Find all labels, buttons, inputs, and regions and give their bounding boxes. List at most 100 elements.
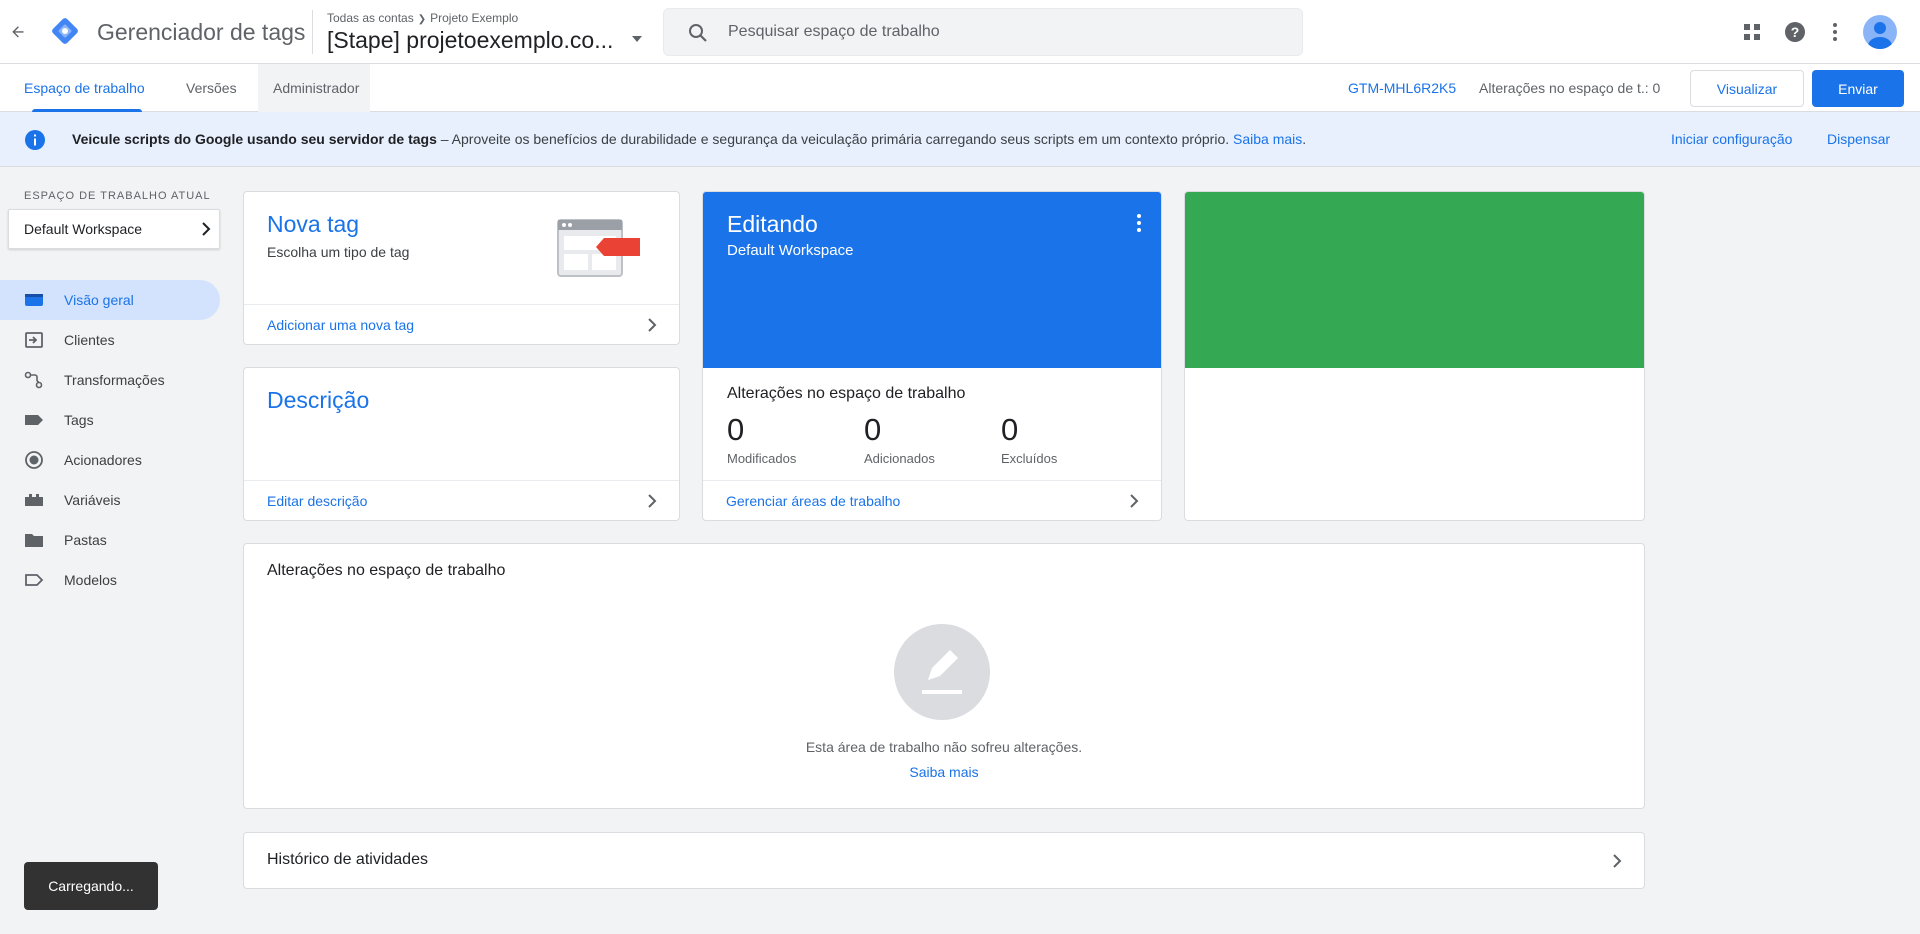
sidebar-item-label: Transformações [64,372,165,388]
edit-description-row[interactable]: Editar descrição [244,480,679,520]
added-count: 0 [864,412,882,447]
clients-icon [24,331,44,349]
breadcrumb-chevron-icon: ❯ [417,14,427,25]
sidebar-item-templates[interactable]: Modelos [0,560,220,600]
tab-workspace[interactable]: Espaço de trabalho [24,64,145,112]
search-input[interactable]: Pesquisar espaço de trabalho [663,8,1303,56]
tag-manager-logo-icon [48,14,82,48]
status-card-header [1185,192,1644,368]
add-new-tag-row[interactable]: Adicionar uma nova tag [244,304,679,344]
chevron-right-icon [643,316,661,334]
submit-button[interactable]: Enviar [1812,70,1904,107]
sidebar-item-transformations[interactable]: Transformações [0,360,220,400]
activity-history-title: Histórico de atividades [267,851,428,868]
banner-message: Veicule scripts do Google usando seu ser… [72,131,1306,147]
sidebar-item-triggers[interactable]: Acionadores [0,440,220,480]
chevron-right-icon [1608,852,1626,870]
sidebar-item-label: Acionadores [64,452,142,468]
new-tag-subtitle: Escolha um tipo de tag [267,244,410,260]
chevron-right-icon [1125,492,1143,510]
tab-versions[interactable]: Versões [186,64,237,112]
manage-workspaces-link[interactable]: Gerenciar áreas de trabalho [726,493,900,509]
edit-pencil-icon [894,624,990,720]
current-workspace-label: ESPAÇO DE TRABALHO ATUAL [24,190,211,202]
workspace-selector[interactable]: Default Workspace [8,209,220,249]
loading-toast: Carregando... [24,862,158,910]
sidebar-item-label: Modelos [64,572,117,588]
workspace-selector-name: Default Workspace [24,221,143,237]
search-icon [686,21,710,45]
workspace-changes-panel: Alterações no espaço de trabalho Esta ár… [243,543,1645,809]
editing-workspace-name: Default Workspace [727,242,854,259]
deleted-label: Excluídos [1001,451,1058,466]
sidebar-item-label: Visão geral [64,292,134,308]
banner-bold-text: Veicule scripts do Google usando seu ser… [72,131,437,147]
sidebar-item-clients[interactable]: Clientes [0,320,220,360]
editing-title: Editando [727,211,818,237]
modified-count: 0 [727,412,745,447]
svg-text:?: ? [1791,24,1800,40]
sidebar-item-folders[interactable]: Pastas [0,520,220,560]
description-title: Descrição [267,387,370,413]
info-icon [24,129,46,151]
new-tag-illustration-icon [556,218,642,280]
editing-workspace-card: Editando Default Workspace Alterações no… [702,191,1162,521]
tag-icon [24,411,44,429]
trigger-icon [24,451,44,469]
sidebar-item-overview[interactable]: Visão geral [0,280,220,320]
new-tag-title[interactable]: Nova tag [267,211,359,238]
more-vert-icon[interactable] [1131,212,1147,234]
modified-label: Modificados [727,451,797,466]
banner-learn-more-link[interactable]: Saiba mais [1233,131,1302,147]
sidebar-item-label: Pastas [64,532,107,548]
empty-state-learn-more-link[interactable]: Saiba mais [244,764,1644,780]
info-banner: Veicule scripts do Google usando seu ser… [0,112,1920,167]
workspace-changes-count: Alterações no espaço de t.: 0 [1479,80,1661,96]
deleted-count: 0 [1001,412,1019,447]
breadcrumb[interactable]: Todas as contas ❯ Projeto Exemplo [327,11,518,25]
templates-icon [24,571,44,589]
workspace-changes-title: Alterações no espaço de trabalho [267,562,506,579]
banner-body-text: – Aproveite os benefícios de durabilidad… [436,131,1234,147]
added-label: Adicionados [864,451,935,466]
container-selector[interactable]: [Stape] projetoexemplo.co... [327,27,613,54]
tab-bar: Espaço de trabalho Versões Administrador… [0,64,1920,112]
sidebar-item-label: Variáveis [64,492,121,508]
dismiss-link[interactable]: Dispensar [1827,131,1890,147]
activity-history-row[interactable]: Histórico de atividades [243,832,1645,889]
sidebar-item-label: Clientes [64,332,115,348]
chevron-right-icon [197,220,215,238]
sidebar-item-variables[interactable]: Variáveis [0,480,220,520]
variables-icon [24,491,44,509]
banner-period: . [1302,131,1307,147]
start-setup-link[interactable]: Iniciar configuração [1671,131,1792,147]
breadcrumb-accounts[interactable]: Todas as contas [327,11,414,25]
apps-grid-icon[interactable] [1736,16,1768,48]
back-arrow-icon[interactable] [6,20,30,44]
transformations-icon [24,371,44,389]
overview-icon [24,291,44,309]
breadcrumb-account[interactable]: Projeto Exemplo [430,11,518,25]
dropdown-caret-icon[interactable] [632,36,642,42]
account-avatar-icon[interactable] [1863,15,1897,49]
product-name: Gerenciador de tags [97,19,306,45]
description-card: Descrição Editar descrição [243,367,680,521]
empty-state-text: Esta área de trabalho não sofreu alteraç… [805,739,1083,755]
help-icon[interactable]: ? [1779,16,1811,48]
search-placeholder: Pesquisar espaço de trabalho [728,23,940,40]
folder-icon [24,531,44,549]
tab-admin[interactable]: Administrador [273,64,359,112]
edit-description-link[interactable]: Editar descrição [267,493,367,509]
status-card [1184,191,1645,521]
sidebar-item-tags[interactable]: Tags [0,400,220,440]
chevron-right-icon [643,492,661,510]
manage-workspaces-row[interactable]: Gerenciar áreas de trabalho [703,480,1161,520]
add-new-tag-link[interactable]: Adicionar uma nova tag [267,317,414,333]
more-vert-icon[interactable] [1819,16,1851,48]
header-divider [312,10,313,54]
new-tag-card: Nova tag Escolha um tipo de tag Adiciona… [243,191,680,345]
sidebar-item-label: Tags [64,412,94,428]
container-id-link[interactable]: GTM-MHL6R2K5 [1348,80,1456,96]
changes-heading: Alterações no espaço de trabalho [727,385,966,402]
preview-button[interactable]: Visualizar [1690,70,1804,107]
